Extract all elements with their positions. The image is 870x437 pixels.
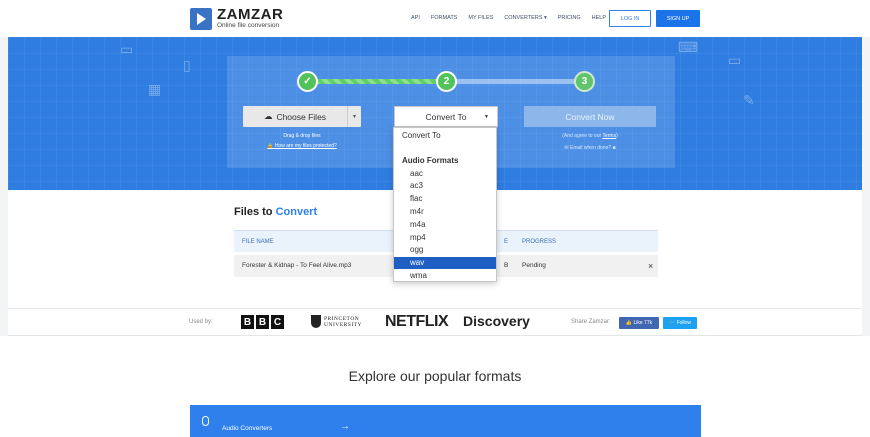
dropdown-placeholder-option[interactable]: Convert To: [402, 131, 441, 140]
film-doodle-icon: ▦: [148, 81, 162, 97]
format-option-ac3[interactable]: ac3: [394, 180, 496, 192]
top-nav: API FORMATS MY FILES CONVERTERS ▾ PRICIN…: [411, 15, 606, 21]
file-size-cell: B: [504, 262, 509, 269]
choose-files-button[interactable]: ☁ Choose Files ▾: [243, 106, 361, 127]
netflix-logo: NETFLIX: [385, 313, 449, 330]
brand-name: ZAMZAR: [217, 6, 284, 23]
format-option-flac[interactable]: flac: [394, 193, 496, 205]
audio-converters-label: Audio Converters: [222, 425, 273, 432]
nav-my-files[interactable]: MY FILES: [468, 15, 493, 21]
used-by-bar: Used by: B B C PRINCETON UNIVERSITY NETF…: [8, 308, 862, 336]
dropdown-group-audio: Audio Formats: [402, 156, 459, 165]
audio-converters-bar[interactable]: Audio Converters →: [190, 405, 701, 437]
col-file-name: FILE NAME: [242, 239, 274, 245]
drag-drop-hint: Drag & drop files: [283, 133, 321, 139]
pen-doodle-icon: ✎: [743, 92, 755, 108]
login-button[interactable]: LOG IN: [609, 10, 651, 27]
princeton-logo: PRINCETON UNIVERSITY: [311, 315, 362, 328]
convert-to-dropdown-menu: Convert To Audio Formats aac ac3 flac m4…: [393, 127, 497, 282]
zamzar-logo-icon: [190, 7, 212, 30]
step-1-check-icon: ✓: [297, 71, 318, 92]
format-option-mp4[interactable]: mp4: [394, 232, 496, 244]
format-option-ogg[interactable]: ogg: [394, 244, 496, 256]
bbc-logo: B B C: [241, 315, 284, 329]
discovery-logo: Discovery: [463, 313, 530, 329]
upload-cloud-icon: ☁: [263, 111, 273, 121]
choose-files-dropdown-icon[interactable]: ▾: [347, 106, 361, 127]
laptop-doodle-icon: ⌨: [678, 39, 699, 55]
brand-tagline: Online file conversion: [217, 22, 280, 29]
progress-completed: [309, 79, 447, 84]
facebook-like-button[interactable]: 👍 Like 77k: [619, 317, 659, 329]
share-label: Share Zamzar:: [571, 319, 611, 325]
files-title: Files to Convert: [234, 206, 318, 218]
choose-files-label: Choose Files: [276, 111, 327, 122]
format-option-m4a[interactable]: m4a: [394, 219, 496, 231]
format-option-wav[interactable]: wav: [394, 257, 496, 269]
terms-link[interactable]: Terms: [602, 133, 616, 139]
step-2-indicator: 2: [436, 71, 457, 92]
nav-formats[interactable]: FORMATS: [431, 15, 457, 21]
phone-doodle-icon: ▯: [183, 57, 191, 73]
files-protected-link[interactable]: 🔒 How are my files protected?: [243, 143, 361, 149]
explore-title: Explore our popular formats: [348, 368, 522, 384]
progress-cell: Pending: [522, 262, 546, 269]
file-name-cell: Forester & Kidnap - To Feel Alive.mp3: [242, 262, 352, 269]
convert-to-select[interactable]: Convert To ▼: [394, 106, 498, 127]
princeton-shield-icon: [311, 315, 321, 328]
format-option-wma[interactable]: wma: [394, 270, 496, 282]
microphone-icon: [202, 416, 209, 426]
format-option-aac[interactable]: aac: [394, 168, 496, 180]
nav-converters[interactable]: CONVERTERS ▾: [504, 15, 546, 21]
usb-doodle-icon: ▭: [728, 52, 742, 68]
remove-file-icon[interactable]: ×: [648, 261, 653, 271]
twitter-follow-button[interactable]: 🐦 Follow: [663, 317, 697, 329]
arrow-right-icon: →: [340, 421, 350, 432]
nav-api[interactable]: API: [411, 15, 420, 21]
signup-button[interactable]: SIGN UP: [656, 10, 700, 27]
convert-now-button[interactable]: Convert Now: [524, 106, 656, 127]
used-by-label: Used by:: [189, 319, 213, 325]
email-when-done[interactable]: ✉ Email when done? ■: [524, 145, 656, 151]
chevron-down-icon: ▼: [484, 113, 489, 120]
cad-file-doodle-icon: ▭: [120, 41, 134, 57]
col-progress: PROGRESS: [522, 239, 557, 245]
site-header: ZAMZAR Online file conversion API FORMAT…: [0, 0, 870, 37]
terms-agreement: (And agree to our Terms): [562, 133, 618, 139]
step-3-indicator: 3: [574, 71, 595, 92]
nav-pricing[interactable]: PRICING: [558, 15, 581, 21]
col-size: E: [504, 239, 509, 245]
format-option-m4r[interactable]: m4r: [394, 206, 496, 218]
nav-help[interactable]: HELP: [592, 15, 606, 21]
explore-section: Explore our popular formats Audio Conver…: [0, 336, 870, 437]
zamzar-logo[interactable]: ZAMZAR Online file conversion: [190, 7, 283, 30]
